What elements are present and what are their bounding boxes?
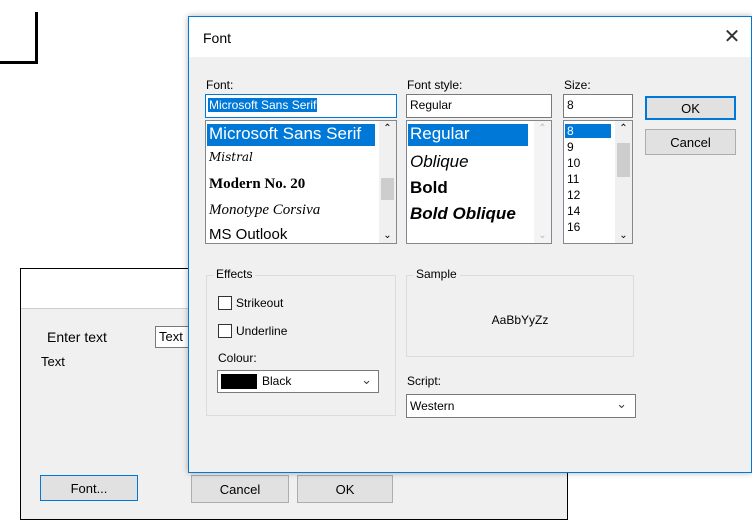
font-name-value: Microsoft Sans Serif [208,98,318,112]
chevron-down-icon: ⌄ [616,396,627,411]
display-text: Text [41,354,65,369]
font-dialog: Font ✕ Font: Microsoft Sans Serif Micros… [188,16,752,473]
font-style-label: Font style: [407,78,463,92]
colour-swatch [221,374,257,389]
script-label: Script: [407,374,442,388]
size-list[interactable]: 8 9 10 11 12 14 16 ⌃ ⌄ [563,120,633,244]
dialog-title: Font [203,30,232,46]
scroll-down-icon[interactable]: ⌄ [615,230,632,241]
font-list-scroll-thumb[interactable] [381,178,394,200]
style-list-scrollbar[interactable]: ⌃ ⌄ [534,121,551,243]
size-label: Size: [564,78,591,92]
size-item-16[interactable]: 16 [567,220,580,234]
style-item-regular[interactable]: Regular [408,124,528,146]
font-item-mistral[interactable]: Mistral [209,150,253,164]
style-item-bold[interactable]: Bold [410,178,448,198]
size-item-10[interactable]: 10 [567,156,580,170]
size-input[interactable]: 8 [563,94,633,118]
scroll-up-icon[interactable]: ⌃ [379,123,396,134]
font-name-input[interactable]: Microsoft Sans Serif [205,94,397,118]
size-list-scroll-thumb[interactable] [617,143,630,177]
font-ok-button[interactable]: OK [645,96,736,120]
font-style-input[interactable]: Regular [406,94,552,118]
script-dropdown[interactable]: Western ⌄ [406,394,636,418]
scroll-up-icon[interactable]: ⌃ [615,123,632,134]
font-list[interactable]: Microsoft Sans Serif Mistral Modern No. … [205,120,397,244]
colour-dropdown[interactable]: Black ⌄ [217,370,379,393]
font-item-ms-outlook[interactable]: MS Outlook [209,226,287,243]
style-item-oblique[interactable]: Oblique [410,152,469,172]
size-list-scrollbar[interactable]: ⌃ ⌄ [615,121,632,243]
scroll-up-icon: ⌃ [538,123,547,134]
cancel-button[interactable]: Cancel [191,475,289,503]
effects-group [206,275,396,416]
font-style-list[interactable]: Regular Oblique Bold Bold Oblique ⌃ ⌄ [406,120,552,244]
size-item-12[interactable]: 12 [567,188,580,202]
style-item-bold-oblique[interactable]: Bold Oblique [410,204,516,224]
colour-value: Black [262,374,292,388]
script-value: Western [410,399,455,413]
font-item-microsoft-sans-serif[interactable]: Microsoft Sans Serif [207,124,375,146]
colour-label: Colour: [218,351,257,365]
strikeout-label[interactable]: Strikeout [236,296,283,310]
underline-label[interactable]: Underline [236,324,287,338]
font-dialog-titlebar: Font ✕ [189,17,751,57]
size-item-9[interactable]: 9 [567,140,574,154]
sample-text: AaBbYyZz [491,313,549,327]
size-item-11[interactable]: 11 [567,172,579,186]
font-label: Font: [206,78,234,92]
size-item-8[interactable]: 8 [565,124,611,138]
close-icon[interactable]: ✕ [719,23,745,49]
size-item-14[interactable]: 14 [567,204,580,218]
strikeout-checkbox[interactable] [218,296,232,310]
effects-label: Effects [213,267,256,281]
scroll-down-icon: ⌄ [538,230,547,241]
chevron-down-icon: ⌄ [361,372,372,387]
font-button[interactable]: Font... [40,475,138,501]
underline-checkbox[interactable] [218,324,232,338]
font-cancel-button[interactable]: Cancel [645,129,736,155]
ok-button[interactable]: OK [297,475,393,503]
font-list-scrollbar[interactable]: ⌃ ⌄ [379,121,396,243]
scroll-down-icon[interactable]: ⌄ [379,230,396,241]
font-item-monotype-corsiva[interactable]: Monotype Corsiva [209,202,320,219]
sample-label: Sample [413,267,460,281]
font-item-modern-no-20[interactable]: Modern No. 20 [209,176,305,193]
window-edge-fragment [0,12,38,64]
enter-text-label: Enter text [47,329,107,345]
